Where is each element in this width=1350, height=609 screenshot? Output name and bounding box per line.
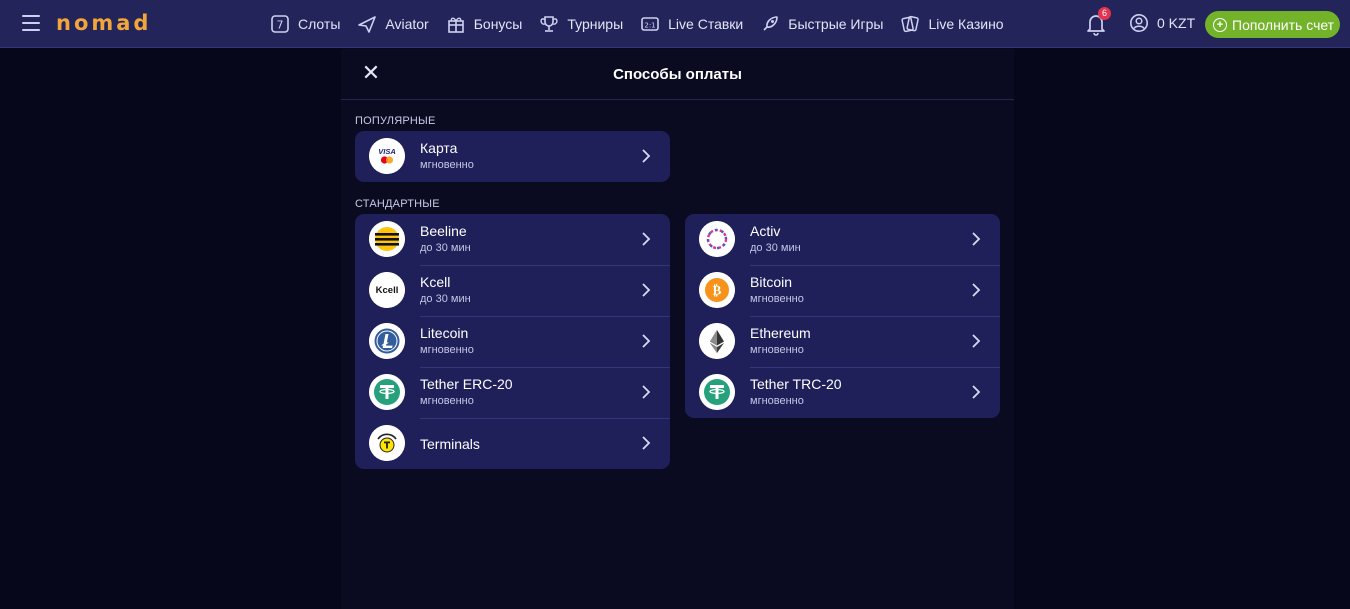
slots-icon: 7	[270, 14, 290, 34]
method-time: мгновенно	[420, 159, 474, 171]
section-title-popular: ПОПУЛЯРНЫЕ	[355, 115, 436, 127]
nav-label-aviator: Aviator	[385, 16, 429, 32]
chevron-right-icon	[640, 148, 652, 164]
cards-icon	[900, 14, 920, 34]
modal-header: ✕ Способы оплаты	[341, 49, 1014, 100]
tether-icon	[369, 374, 405, 410]
payment-method-terminals[interactable]: Terminals	[355, 418, 670, 469]
rocket-icon	[760, 14, 780, 34]
standard-methods-right-card: Activ до 30 мин ₿ Bitcoin мгновенно Ethe…	[685, 214, 1000, 418]
svg-text:₿: ₿	[713, 284, 722, 299]
payment-method-bitcoin[interactable]: ₿ Bitcoin мгновенно	[685, 265, 1000, 316]
account-balance[interactable]: 0 KZT	[1129, 13, 1195, 33]
user-icon	[1130, 14, 1148, 32]
method-name: Beeline	[420, 223, 467, 239]
chevron-right-icon	[970, 282, 982, 298]
trophy-icon	[539, 14, 559, 34]
svg-text:2:1: 2:1	[645, 22, 656, 30]
section-title-standard: СТАНДАРТНЫЕ	[355, 198, 440, 210]
payment-method-activ[interactable]: Activ до 30 мин	[685, 214, 1000, 265]
litecoin-icon	[369, 323, 405, 359]
nav-label-bonuses: Бонусы	[473, 16, 523, 32]
nav-item-bonuses[interactable]: Бонусы	[446, 14, 523, 34]
nav-item-aviator[interactable]: Aviator	[357, 14, 429, 34]
chevron-right-icon	[640, 435, 652, 451]
method-name: Kcell	[420, 274, 451, 290]
nav-item-tournaments[interactable]: Турниры	[539, 14, 623, 34]
method-time: мгновенно	[420, 395, 474, 407]
nav-label-fast-games: Быстрые Игры	[788, 16, 884, 32]
chevron-right-icon	[970, 333, 982, 349]
chevron-right-icon	[640, 384, 652, 400]
kcell-icon: Kcell	[369, 272, 405, 308]
payment-method-tether-trc20[interactable]: Tether TRC-20 мгновенно	[685, 367, 1000, 418]
nav-label-slots: Слоты	[298, 16, 341, 32]
nav-label-tournaments: Турниры	[567, 16, 624, 32]
balance-value: 0 KZT	[1157, 15, 1196, 31]
svg-text:Kcell: Kcell	[376, 285, 399, 296]
svg-text:VISA: VISA	[378, 147, 396, 156]
payment-method-tether-erc20[interactable]: Tether ERC-20 мгновенно	[355, 367, 670, 418]
standard-methods-left-card: Beeline до 30 мин Kcell Kcell до 30 мин …	[355, 214, 670, 469]
method-name: Карта	[420, 140, 458, 156]
deposit-label: Пополнить счет	[1232, 16, 1335, 33]
method-name: Bitcoin	[750, 274, 793, 290]
nav-item-live-bets[interactable]: 2:1 Live Ставки	[640, 14, 743, 34]
main-nav: 7 Слоты Aviator Бонусы Турниры 2:1 Live …	[270, 0, 1021, 48]
nomad-logo[interactable]: nomad	[56, 12, 151, 34]
method-name: Ethereum	[750, 325, 811, 341]
method-name: Tether ERC-20	[420, 376, 513, 392]
method-time: мгновенно	[750, 293, 804, 305]
tether-icon	[699, 374, 735, 410]
svg-text:7: 7	[277, 19, 284, 32]
chevron-right-icon	[970, 231, 982, 247]
method-time: мгновенно	[750, 395, 804, 407]
method-name: Tether TRC-20	[750, 376, 842, 392]
method-name: Litecoin	[420, 325, 469, 341]
chevron-right-icon	[640, 282, 652, 298]
beeline-icon	[369, 221, 405, 257]
payment-methods-modal: ✕ Способы оплаты ПОПУЛЯРНЫЕ VISA Карта м…	[341, 49, 1014, 609]
chevron-right-icon	[640, 333, 652, 349]
payment-method-beeline[interactable]: Beeline до 30 мин	[355, 214, 670, 265]
method-time: до 30 мин	[420, 293, 471, 305]
deposit-button[interactable]: + Пополнить счет	[1205, 11, 1340, 38]
notification-badge: 6	[1098, 7, 1111, 20]
chevron-right-icon	[970, 384, 982, 400]
bitcoin-icon: ₿	[699, 272, 735, 308]
plane-icon	[357, 14, 377, 34]
menu-icon[interactable]	[22, 15, 40, 31]
payment-method-ethereum[interactable]: Ethereum мгновенно	[685, 316, 1000, 367]
method-time: мгновенно	[750, 344, 804, 356]
method-time: мгновенно	[420, 344, 474, 356]
visa-mastercard-icon: VISA	[369, 138, 405, 174]
method-time: до 30 мин	[420, 242, 471, 254]
nav-item-slots[interactable]: 7 Слоты	[270, 14, 340, 34]
method-name: Activ	[750, 223, 781, 239]
payment-method-litecoin[interactable]: Litecoin мгновенно	[355, 316, 670, 367]
chevron-right-icon	[640, 231, 652, 247]
ethereum-icon	[699, 323, 735, 359]
nav-item-fast-games[interactable]: Быстрые Игры	[760, 14, 883, 34]
scoreboard-icon: 2:1	[640, 14, 660, 34]
modal-title: Способы оплаты	[613, 66, 742, 83]
method-time: до 30 мин	[750, 242, 801, 254]
nav-label-live-casino: Live Казино	[928, 16, 1004, 32]
gift-icon	[446, 14, 466, 34]
method-name: Terminals	[420, 436, 480, 452]
plus-icon: +	[1213, 17, 1227, 32]
top-navigation-bar: nomad 7 Слоты Aviator Бонусы Турниры 2:1…	[0, 0, 1350, 48]
nav-item-live-casino[interactable]: Live Казино	[900, 14, 1004, 34]
popular-methods-card: VISA Карта мгновенно	[355, 131, 670, 182]
nav-label-live-bets: Live Ставки	[668, 16, 744, 32]
terminal-icon	[369, 425, 405, 461]
payment-method-card[interactable]: VISA Карта мгновенно	[355, 131, 670, 182]
payment-method-kcell[interactable]: Kcell Kcell до 30 мин	[355, 265, 670, 316]
activ-icon	[699, 221, 735, 257]
